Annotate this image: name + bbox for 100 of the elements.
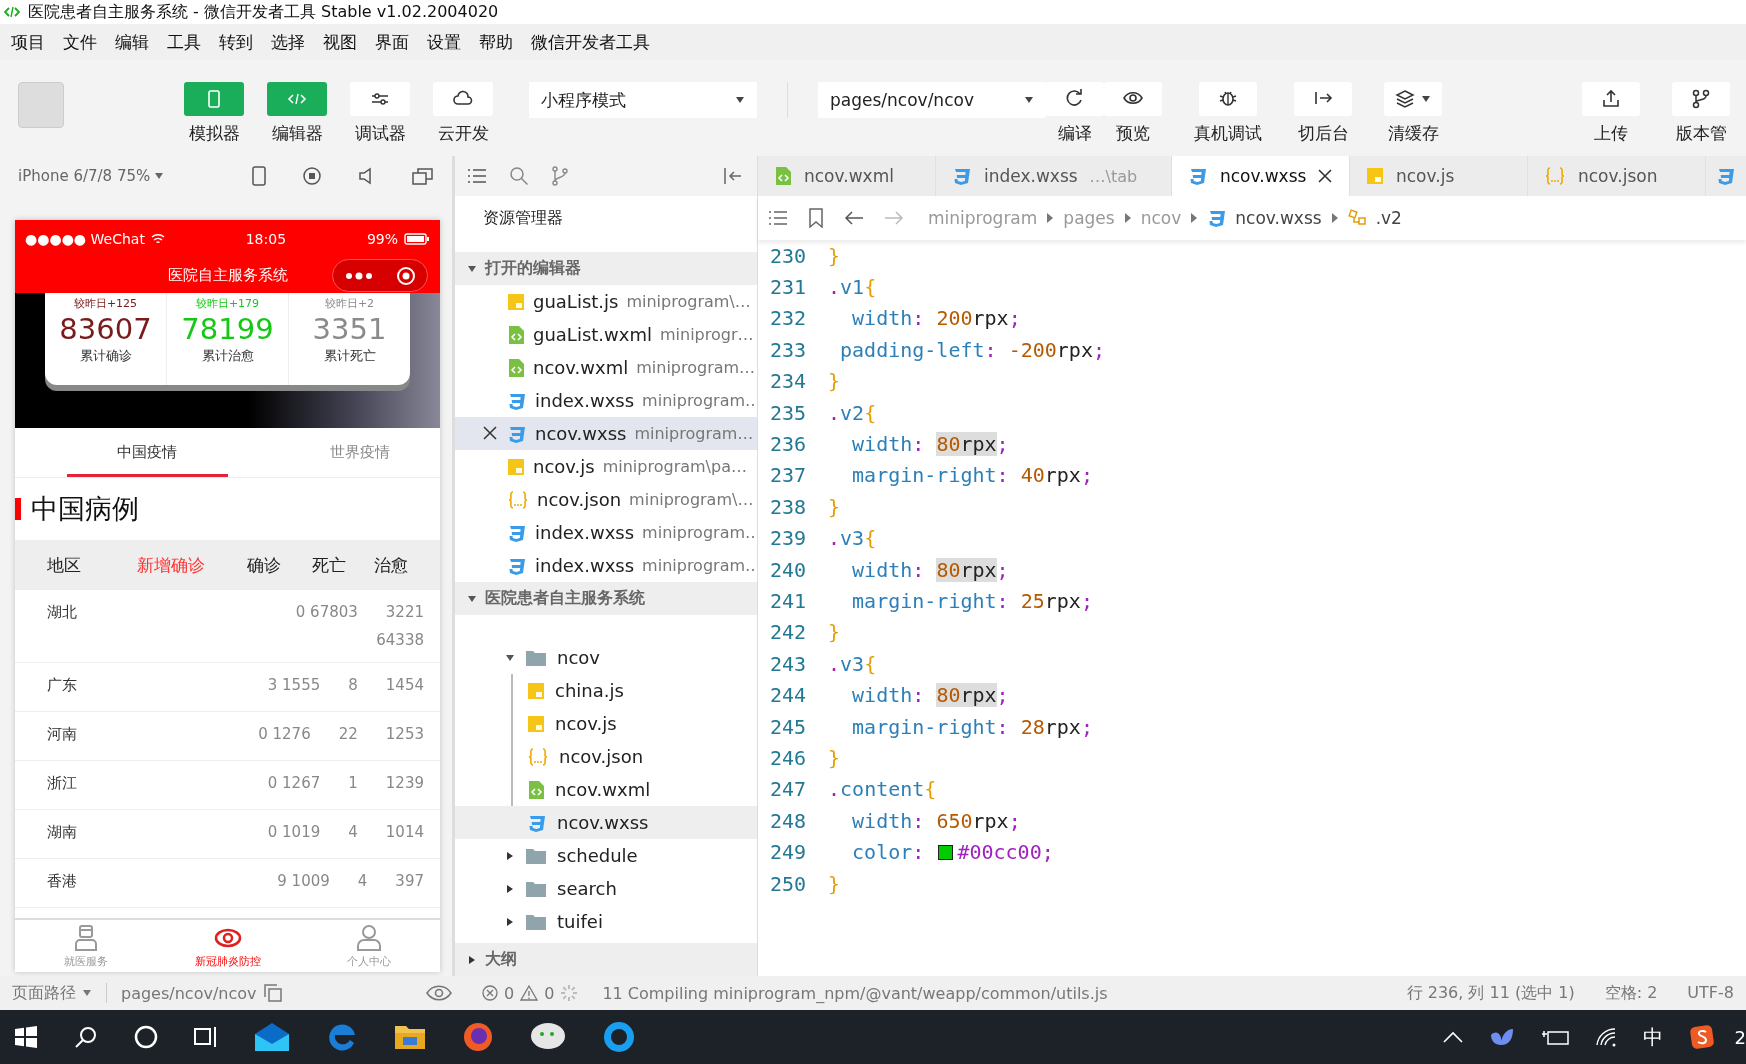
windows-icon[interactable] bbox=[412, 167, 434, 185]
menu-item[interactable]: 选择 bbox=[262, 24, 314, 60]
page-tab[interactable]: 中国疫情 bbox=[67, 428, 228, 477]
caret-right-icon[interactable] bbox=[505, 883, 515, 894]
open-editor-item[interactable]: guaList.wxml miniprogr… bbox=[455, 318, 757, 351]
windows-logo-icon[interactable] bbox=[14, 1025, 38, 1049]
column-header[interactable]: 死亡 bbox=[312, 553, 374, 577]
record-icon[interactable] bbox=[302, 166, 322, 186]
phone-icon[interactable] bbox=[252, 166, 266, 186]
input-app-icon[interactable] bbox=[1688, 1024, 1715, 1050]
section-header[interactable]: 医院患者自主服务系统 bbox=[455, 582, 757, 615]
page-dropdown[interactable]: pages/ncov/ncov bbox=[818, 82, 1046, 118]
tree-item[interactable]: china.js bbox=[455, 674, 757, 707]
table-cell: 1239 bbox=[385, 774, 424, 792]
back-arrow-icon[interactable] bbox=[844, 210, 864, 226]
open-editor-item[interactable]: ncov.json miniprogram\… bbox=[455, 483, 757, 516]
more-icon[interactable] bbox=[344, 271, 373, 280]
close-icon[interactable] bbox=[1318, 169, 1333, 183]
column-header[interactable]: 确诊 bbox=[247, 553, 312, 577]
tree-item[interactable]: schedule bbox=[455, 839, 757, 872]
toolbar-button[interactable] bbox=[1294, 82, 1352, 116]
input-method-indicator[interactable]: 中 bbox=[1642, 1023, 1663, 1051]
column-header[interactable]: 地区 bbox=[47, 553, 137, 577]
eye-icon[interactable] bbox=[426, 985, 452, 1001]
toolbar-button[interactable] bbox=[1672, 82, 1730, 116]
tree-item[interactable]: ncov bbox=[455, 641, 757, 674]
close-icon[interactable] bbox=[483, 426, 497, 440]
menu-item[interactable]: 微信开发者工具 bbox=[522, 24, 659, 60]
device-selector[interactable]: iPhone 6/7/8 75% bbox=[18, 167, 165, 185]
mode-dropdown[interactable]: 小程序模式 bbox=[529, 82, 757, 118]
wifi-icon[interactable] bbox=[1594, 1027, 1617, 1047]
open-editor-item[interactable]: index.wxss miniprogram… bbox=[455, 384, 757, 417]
menu-item[interactable]: 项目 bbox=[2, 24, 54, 60]
branch-icon[interactable] bbox=[551, 166, 569, 186]
tree-item[interactable]: search bbox=[455, 872, 757, 905]
search-icon[interactable] bbox=[74, 1025, 98, 1049]
caret-right-icon[interactable] bbox=[505, 850, 515, 861]
toolbar-button[interactable] bbox=[350, 82, 410, 116]
section-header[interactable]: 打开的编辑器 bbox=[455, 252, 757, 285]
toolbar-button[interactable] bbox=[433, 82, 493, 116]
editor-tab[interactable]: ncov.js bbox=[1350, 156, 1528, 196]
caret-down-icon[interactable] bbox=[505, 652, 515, 663]
menu-item[interactable]: 工具 bbox=[158, 24, 210, 60]
menu-item[interactable]: 帮助 bbox=[470, 24, 522, 60]
caret-down-icon[interactable] bbox=[467, 593, 477, 604]
breadcrumb-item[interactable]: ncov.wxss bbox=[1207, 208, 1322, 228]
bookmark-icon[interactable] bbox=[808, 208, 824, 228]
open-editor-item[interactable]: ncov.wxss miniprogram… bbox=[455, 417, 757, 450]
toolbar-button[interactable] bbox=[1199, 82, 1257, 116]
task-view-icon[interactable] bbox=[194, 1025, 218, 1049]
page-tab[interactable]: 世界疫情 bbox=[279, 428, 440, 477]
capsule-button[interactable] bbox=[332, 259, 428, 292]
open-editor-item[interactable]: guaList.js miniprogram\… bbox=[455, 285, 757, 318]
caret-down-icon[interactable] bbox=[467, 263, 477, 274]
leaf-icon[interactable] bbox=[1488, 1027, 1515, 1047]
menu-item[interactable]: 视图 bbox=[314, 24, 366, 60]
toolbar-button[interactable] bbox=[1582, 82, 1640, 116]
chevron-up-icon[interactable] bbox=[1442, 1031, 1463, 1043]
open-editor-item[interactable]: ncov.wxml miniprogram… bbox=[455, 351, 757, 384]
tree-item[interactable]: ncov.wxss bbox=[455, 806, 757, 839]
breadcrumb-item[interactable]: .v2 bbox=[1347, 208, 1402, 228]
section-header[interactable]: 大纲 bbox=[455, 943, 757, 976]
editor-tab[interactable]: ncov.wxml bbox=[758, 156, 936, 196]
menu-item[interactable]: 界面 bbox=[366, 24, 418, 60]
circle-icon[interactable] bbox=[134, 1025, 158, 1049]
fox-browser-icon[interactable] bbox=[462, 1021, 494, 1053]
copy-icon[interactable] bbox=[264, 984, 283, 1002]
caret-right-icon[interactable] bbox=[467, 954, 477, 965]
app-circle-icon[interactable] bbox=[602, 1020, 636, 1054]
menu-item[interactable]: 编辑 bbox=[106, 24, 158, 60]
toolbar-button[interactable] bbox=[1384, 82, 1442, 116]
editor-tab[interactable]: index.wxss …\tab bbox=[936, 156, 1172, 196]
list-icon[interactable] bbox=[768, 210, 788, 226]
editor-tab[interactable]: ncov.json bbox=[1528, 156, 1706, 196]
menu-item[interactable]: 文件 bbox=[54, 24, 106, 60]
code-line: width: 80rpx; bbox=[851, 557, 1009, 582]
editor-tab[interactable]: ncov.wxss bbox=[1172, 156, 1350, 196]
tree-item[interactable]: tuifei bbox=[455, 905, 757, 938]
folder-icon[interactable] bbox=[394, 1023, 426, 1051]
menu-item[interactable]: 转到 bbox=[210, 24, 262, 60]
open-editor-item[interactable]: ncov.js miniprogram\pa… bbox=[455, 450, 757, 483]
list-icon[interactable] bbox=[467, 168, 487, 184]
browser-e-icon[interactable] bbox=[326, 1021, 358, 1053]
tree-item[interactable]: ncov.json bbox=[455, 740, 757, 773]
mail-icon[interactable] bbox=[254, 1022, 290, 1052]
open-editor-item[interactable]: index.wxss miniprogram… bbox=[455, 516, 757, 549]
tree-item[interactable]: ncov.wxml bbox=[455, 773, 757, 806]
menu-item[interactable]: 设置 bbox=[418, 24, 470, 60]
stat-value: 78199 bbox=[181, 311, 274, 347]
toolbar-button[interactable] bbox=[1104, 82, 1162, 116]
open-editor-item[interactable]: index.wxss miniprogram… bbox=[455, 549, 757, 582]
column-header[interactable]: 治愈 bbox=[374, 553, 440, 577]
page-path-dropdown[interactable]: 页面路径 bbox=[12, 982, 92, 1004]
battery-plug-icon[interactable] bbox=[1540, 1028, 1569, 1046]
color-swatch[interactable] bbox=[938, 844, 954, 860]
tree-item[interactable]: ncov.js bbox=[455, 707, 757, 740]
tab-bar-item[interactable]: 新冠肺炎防控 bbox=[156, 920, 299, 972]
caret-right-icon[interactable] bbox=[505, 916, 515, 927]
clock-text[interactable]: 2 bbox=[1734, 1026, 1746, 1048]
target-icon[interactable] bbox=[395, 265, 416, 286]
